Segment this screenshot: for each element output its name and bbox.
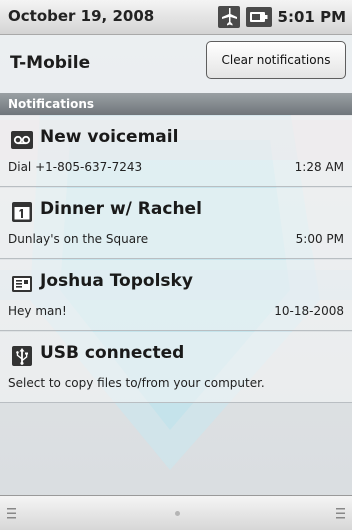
notification-title: Dinner w/ Rachel <box>40 199 202 219</box>
notification-usb[interactable]: USB connected Select to copy files to/fr… <box>0 332 352 403</box>
grip-icon <box>336 508 345 519</box>
status-bar: October 19, 2008 5:01 PM <box>0 0 352 35</box>
notifications-header: Notifications <box>0 93 352 115</box>
notification-text: Hey man! <box>8 304 67 318</box>
carrier-name: T-Mobile <box>10 53 91 73</box>
voicemail-icon <box>11 131 33 149</box>
notification-text: Dunlay's on the Square <box>8 232 149 246</box>
status-date: October 19, 2008 <box>8 7 155 25</box>
notification-time: 10-18-2008 <box>274 304 344 318</box>
grip-icon <box>7 508 16 519</box>
battery-icon <box>245 7 272 27</box>
status-time: 5:01 PM <box>277 8 346 26</box>
notification-time: 1:28 AM <box>294 160 344 174</box>
airplane-mode-icon <box>217 6 240 28</box>
calendar-icon <box>12 202 32 222</box>
notification-time: 5:00 PM <box>295 232 344 246</box>
usb-icon <box>12 346 32 366</box>
status-icons: 5:01 PM <box>217 6 346 28</box>
notification-drawer-handle[interactable] <box>0 495 352 530</box>
message-icon <box>12 276 32 292</box>
handle-dot <box>175 511 180 516</box>
notification-calendar[interactable]: Dinner w/ Rachel Dunlay's on the Square … <box>0 188 352 259</box>
notification-text: Dial +1-805-637-7243 <box>8 160 143 174</box>
notification-voicemail[interactable]: New voicemail Dial +1-805-637-7243 1:28 … <box>0 116 352 187</box>
notification-message[interactable]: Joshua Topolsky Hey man! 10-18-2008 <box>0 260 352 331</box>
notification-text: Select to copy files to/from your comput… <box>8 376 265 390</box>
notification-title: New voicemail <box>40 127 179 147</box>
notification-title: Joshua Topolsky <box>40 271 193 291</box>
clear-notifications-button[interactable]: Clear notifications <box>206 41 346 79</box>
notification-title: USB connected <box>40 343 185 363</box>
